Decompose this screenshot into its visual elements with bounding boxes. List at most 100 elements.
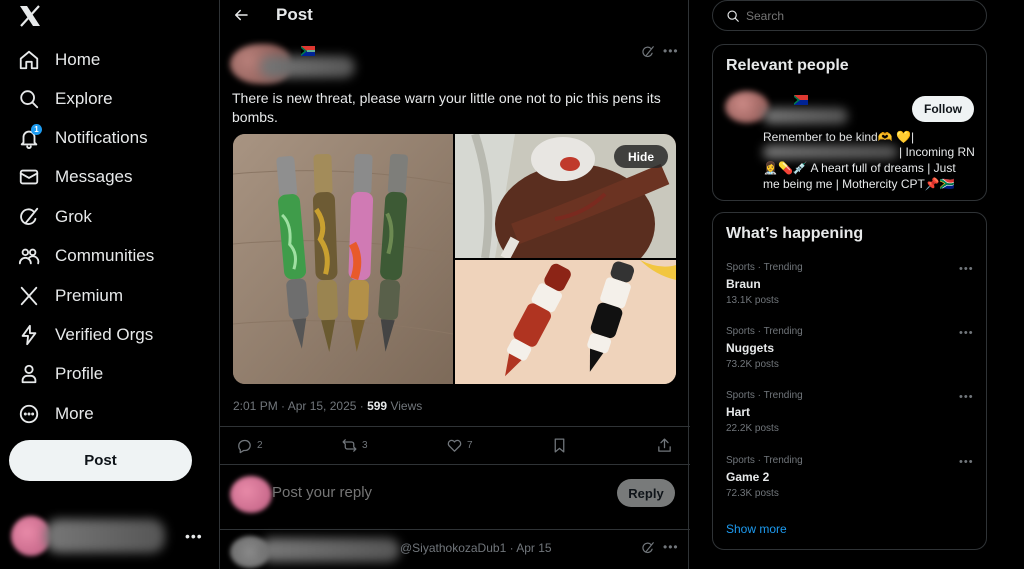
trend-count: 13.1K posts (726, 295, 779, 306)
panel-title: What’s happening (726, 225, 864, 242)
home-icon (19, 50, 39, 70)
more-dots-icon[interactable]: ••• (959, 327, 974, 339)
media-image-red-black-pens[interactable] (455, 260, 676, 384)
trend-name[interactable]: Nuggets (726, 341, 774, 355)
person-name-redacted[interactable] (763, 108, 848, 124)
trend-category: Sports · Trending (726, 390, 803, 401)
panel-title: Relevant people (726, 57, 849, 74)
reply-count: 2 (257, 440, 263, 451)
nav-communities[interactable]: Communities (18, 241, 154, 271)
search-bar[interactable] (712, 0, 987, 31)
grok-icon (20, 207, 39, 225)
trend-name[interactable]: Game 2 (726, 470, 769, 484)
trend-category: Sports · Trending (726, 262, 803, 273)
more-circle-icon (19, 404, 39, 424)
more-dots-icon[interactable]: ••• (959, 391, 974, 403)
nav-profile[interactable]: Profile (18, 359, 103, 389)
bio-line: Remember to be kind🫶 💛| (763, 130, 915, 144)
reply-action[interactable]: 2 (236, 437, 263, 454)
relevant-people-panel: Relevant people Follow Remember to be ki… (712, 44, 987, 201)
account-switcher[interactable] (11, 514, 206, 558)
retweet-count: 3 (362, 440, 368, 451)
back-arrow-icon[interactable] (232, 6, 250, 24)
nav-label-communities: Communities (55, 246, 155, 265)
reply-bubble-icon (238, 439, 251, 454)
show-more-link[interactable]: Show more (726, 522, 787, 536)
divider (220, 426, 690, 427)
person-icon (21, 364, 37, 384)
grok-icon[interactable] (641, 541, 655, 555)
nav-label-verified-orgs: Verified Orgs (55, 325, 154, 344)
trend-count: 72.3K posts (726, 488, 779, 499)
retweet-icon (342, 439, 357, 452)
trend-category: Sports · Trending (726, 455, 803, 466)
avatar (230, 476, 272, 513)
nav-label-premium: Premium (55, 286, 124, 305)
hide-media-button[interactable]: Hide (614, 145, 668, 168)
author-name-redacted[interactable] (260, 56, 355, 78)
nav-label-home: Home (55, 50, 101, 69)
post-button[interactable]: Post (9, 440, 192, 481)
tweet-time: 2:01 PM · Apr 15, 2025 · (233, 399, 368, 413)
more-dots-icon[interactable]: ••• (959, 263, 974, 275)
trend-category: Sports · Trending (726, 326, 803, 337)
share-action[interactable] (656, 437, 673, 454)
views-label: Views (387, 399, 423, 413)
account-name-redacted (45, 519, 165, 553)
south-africa-flag-icon (794, 95, 808, 105)
more-dots-icon[interactable]: ••• (663, 44, 679, 58)
notification-badge: 1 (31, 124, 42, 135)
nav-premium[interactable]: Premium (18, 281, 123, 311)
like-count: 7 (467, 440, 473, 451)
media-grid[interactable] (233, 134, 676, 384)
reply-author-handle[interactable]: @SiyathokozaDub1 · Apr 15 (400, 541, 552, 555)
follow-button[interactable]: Follow (912, 96, 974, 122)
divider (220, 464, 690, 465)
nav-grok[interactable]: Grok (18, 202, 92, 232)
heart-icon (447, 439, 462, 452)
whats-happening-panel: What’s happening Sports · Trending Braun… (712, 212, 987, 550)
people-icon (18, 248, 40, 265)
nav-label-profile: Profile (55, 364, 104, 383)
x-logo-icon[interactable] (17, 5, 43, 27)
nav-home[interactable]: Home (18, 45, 100, 75)
search-input[interactable] (746, 8, 946, 23)
reply-input[interactable] (272, 484, 572, 501)
search-icon (727, 9, 739, 22)
nav-verified-orgs[interactable]: Verified Orgs (18, 320, 153, 350)
reply-author-name-redacted[interactable] (260, 538, 400, 562)
like-action[interactable]: 7 (446, 437, 473, 454)
trend-count: 73.2K posts (726, 359, 779, 370)
nav-explore[interactable]: Explore (18, 84, 113, 114)
nav-notifications[interactable]: 1 Notifications (18, 123, 148, 153)
trend-count: 22.2K posts (726, 423, 779, 434)
main-column: Post ••• There is new threat, please war… (219, 0, 690, 569)
bio-line: | Incoming RN (899, 145, 975, 159)
tweet-text: There is new threat, please warn your li… (232, 90, 661, 125)
trend-name[interactable]: Hart (726, 405, 750, 419)
media-image-pens[interactable] (233, 134, 453, 384)
trend-name[interactable]: Braun (726, 277, 761, 291)
more-dots-icon[interactable]: ••• (959, 456, 974, 468)
tweet-timestamp: 2:01 PM · Apr 15, 2025 · 599 Views (233, 399, 422, 413)
bio-line: me being me | Mothercity CPT📌🇿🇦 (763, 177, 955, 191)
bookmark-action[interactable] (551, 437, 568, 454)
bookmark-icon (554, 438, 565, 453)
nav-label-explore: Explore (55, 89, 113, 108)
nav-more[interactable]: More (18, 399, 94, 429)
grok-icon[interactable] (641, 45, 655, 59)
reply-button[interactable]: Reply (617, 479, 675, 507)
x-logo-icon (20, 286, 38, 306)
lightning-icon (21, 324, 37, 346)
retweet-action[interactable]: 3 (341, 437, 368, 454)
more-dots-icon[interactable]: ••• (185, 528, 203, 544)
more-dots-icon[interactable]: ••• (663, 540, 679, 554)
envelope-icon (19, 169, 39, 185)
divider (220, 529, 690, 530)
nav-label-notifications: Notifications (55, 128, 148, 147)
nav-messages[interactable]: Messages (18, 162, 132, 192)
left-navigation: Home Explore 1 Notifications Messages Gr… (0, 0, 219, 569)
nav-label-messages: Messages (55, 167, 133, 186)
bell-icon: 1 (18, 124, 42, 149)
nav-label-more: More (55, 404, 94, 423)
